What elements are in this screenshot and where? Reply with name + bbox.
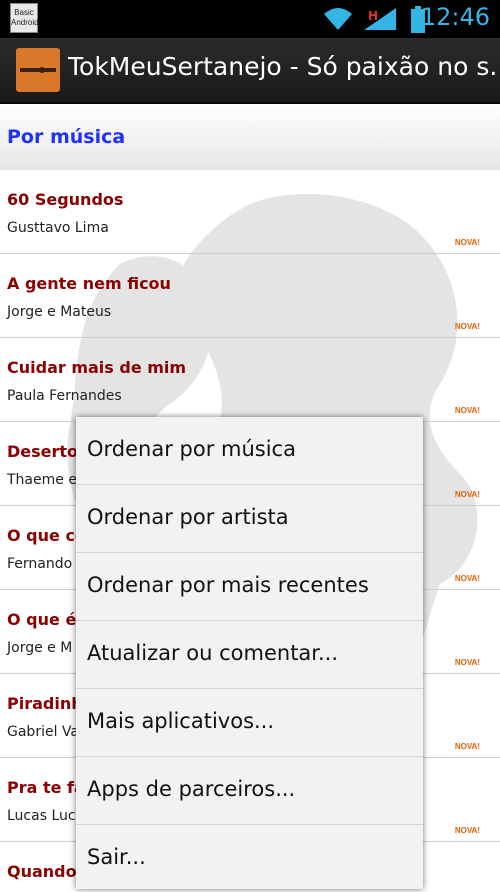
menu-item-label: Atualizar ou comentar...	[87, 641, 339, 665]
status-bar: Basic Android H 12:46	[0, 0, 500, 38]
menu-item-label: Sair...	[87, 845, 146, 869]
new-badge: NOVA!	[454, 826, 480, 835]
artist-name: Gabriel Va	[7, 724, 79, 740]
notification-icon: Basic Android	[10, 3, 39, 33]
song-title: Piradinh	[7, 694, 83, 713]
section-header: Por música	[0, 104, 500, 170]
new-badge: NOVA!	[454, 658, 480, 667]
song-title: Pra te fa	[7, 778, 85, 797]
app-icon[interactable]	[16, 48, 60, 92]
list-item[interactable]: Cuidar mais de mim Paula Fernandes NOVA!	[0, 338, 500, 422]
song-title: Deserto	[7, 442, 79, 461]
new-badge: NOVA!	[454, 238, 480, 247]
menu-item-sort-by-artist[interactable]: Ordenar por artista	[76, 485, 423, 553]
artist-name: Thaeme e	[7, 472, 77, 488]
menu-item-label: Apps de parceiros...	[87, 777, 296, 801]
menu-item-sort-by-recent[interactable]: Ordenar por mais recentes	[76, 553, 423, 621]
artist-name: Jorge e Mateus	[7, 304, 112, 320]
status-time: 12:46	[420, 3, 490, 31]
menu-item-partner-apps[interactable]: Apps de parceiros...	[76, 757, 423, 825]
song-title: A gente nem ficou	[7, 274, 171, 293]
menu-item-exit[interactable]: Sair...	[76, 825, 423, 892]
wifi-icon	[322, 6, 354, 36]
new-badge: NOVA!	[454, 574, 480, 583]
list-item[interactable]: 60 Segundos Gusttavo Lima NOVA!	[0, 170, 500, 254]
options-menu: Ordenar por música Ordenar por artista O…	[76, 417, 423, 889]
section-title: Por música	[7, 126, 126, 148]
menu-item-label: Ordenar por música	[87, 437, 296, 461]
song-title: O que é	[7, 610, 77, 629]
signal-icon: H	[362, 6, 398, 36]
artist-name: Fernando	[7, 556, 73, 572]
menu-item-label: Mais aplicativos...	[87, 709, 275, 733]
notification-text: Basic Android	[11, 8, 39, 27]
new-badge: NOVA!	[454, 322, 480, 331]
list-item[interactable]: A gente nem ficou Jorge e Mateus NOVA!	[0, 254, 500, 338]
artist-name: Paula Fernandes	[7, 388, 122, 404]
artist-name: Jorge e M	[7, 640, 73, 656]
new-badge: NOVA!	[454, 490, 480, 499]
song-title: 60 Segundos	[7, 190, 124, 209]
action-bar: TokMeuSertanejo - Só paixão no s...	[0, 38, 500, 104]
menu-item-update-or-comment[interactable]: Atualizar ou comentar...	[76, 621, 423, 689]
artist-name: Lucas Luc	[7, 808, 76, 824]
song-title: O que cê	[7, 526, 86, 545]
artist-name: Gusttavo Lima	[7, 220, 109, 236]
menu-item-sort-by-song[interactable]: Ordenar por música	[76, 417, 423, 485]
menu-item-more-apps[interactable]: Mais aplicativos...	[76, 689, 423, 757]
menu-item-label: Ordenar por mais recentes	[87, 573, 369, 597]
new-badge: NOVA!	[454, 406, 480, 415]
app-title: TokMeuSertanejo - Só paixão no s...	[68, 52, 498, 81]
menu-item-label: Ordenar por artista	[87, 505, 289, 529]
song-title: Cuidar mais de mim	[7, 358, 187, 377]
svg-text:H: H	[368, 9, 378, 23]
song-title: Quando	[7, 862, 77, 881]
new-badge: NOVA!	[454, 742, 480, 751]
